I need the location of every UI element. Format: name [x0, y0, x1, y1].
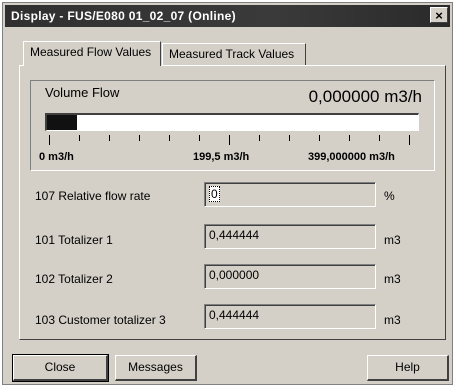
scale-tick	[349, 135, 350, 141]
totalizer-1-unit: m3	[384, 233, 401, 247]
scale-mid-label: 199,5 m3/h	[193, 151, 250, 163]
relative-flow-rate-unit: %	[384, 189, 395, 203]
totalizer-2-value: 0,000000	[209, 268, 260, 282]
scale-tick	[139, 135, 140, 141]
tab-measured-track-values[interactable]: Measured Track Values	[162, 43, 306, 65]
relative-flow-rate-label: 107 Relative flow rate	[35, 189, 151, 203]
totalizer-1-field[interactable]: 0,444444	[204, 224, 376, 249]
customer-totalizer-3-label: 103 Customer totalizer 3	[35, 313, 166, 327]
tab-measured-flow-values[interactable]: Measured Flow Values	[23, 41, 161, 66]
relative-flow-rate-value: 0	[209, 186, 220, 202]
customer-totalizer-3-value: 0,444444	[209, 308, 260, 322]
tab-panel: Volume Flow 0,000000 m3/h 0 m3/h 199,5 m…	[19, 65, 446, 340]
totalizer-1-value: 0,444444	[209, 228, 260, 242]
scale-tick	[379, 135, 380, 141]
volume-flow-group: Volume Flow 0,000000 m3/h 0 m3/h 199,5 m…	[30, 80, 435, 171]
scale-max-label: 399,000000 m3/h	[308, 151, 395, 163]
totalizer-1-label: 101 Totalizer 1	[35, 233, 113, 247]
volume-flow-value: 0,000000 m3/h	[308, 87, 422, 106]
flow-progress-fill	[47, 115, 77, 130]
totalizer-2-field[interactable]: 0,000000	[204, 264, 376, 289]
scale-tick	[409, 135, 410, 145]
customer-totalizer-3-field[interactable]: 0,444444	[204, 304, 376, 329]
scale-tick	[199, 135, 200, 141]
volume-flow-label: Volume Flow	[45, 85, 120, 100]
display-window: Display - FUS/E080 01_02_07 (Online) × M…	[2, 2, 453, 385]
close-icon[interactable]: ×	[430, 7, 448, 23]
scale-tick	[49, 135, 50, 145]
flow-scale-ticks	[49, 135, 423, 145]
totalizer-2-unit: m3	[384, 272, 401, 286]
scale-tick	[319, 135, 320, 141]
window-title: Display - FUS/E080 01_02_07 (Online)	[11, 9, 236, 23]
relative-flow-rate-field[interactable]: 0	[204, 182, 376, 207]
scale-tick	[229, 135, 230, 145]
customer-totalizer-3-unit: m3	[384, 313, 401, 327]
scale-tick	[169, 135, 170, 141]
scale-tick	[259, 135, 260, 141]
totalizer-2-label: 102 Totalizer 2	[35, 272, 113, 286]
scale-tick	[109, 135, 110, 141]
messages-button[interactable]: Messages	[115, 355, 197, 381]
scale-tick	[289, 135, 290, 141]
close-button[interactable]: Close	[12, 354, 109, 382]
scale-tick	[79, 135, 80, 141]
flow-progress-bar	[45, 113, 419, 131]
title-bar[interactable]: Display - FUS/E080 01_02_07 (Online) ×	[5, 5, 450, 27]
scale-min-label: 0 m3/h	[39, 151, 74, 163]
help-button[interactable]: Help	[367, 355, 449, 381]
